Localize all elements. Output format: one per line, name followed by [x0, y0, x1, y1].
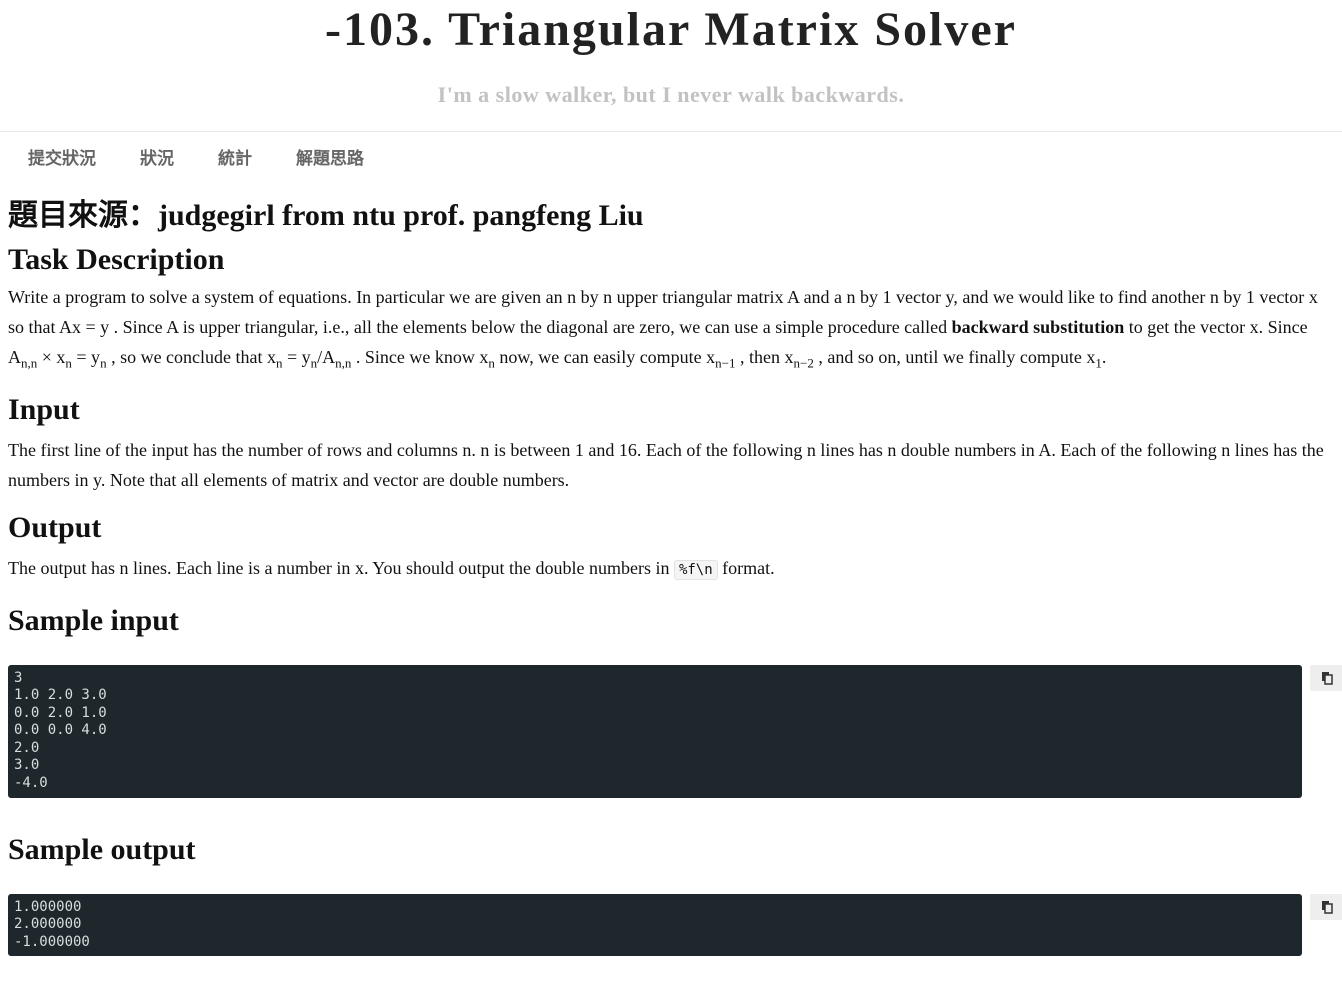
nav-submissions[interactable]: 提交狀況 — [28, 144, 96, 169]
input-text: The first line of the input has the numb… — [8, 439, 1324, 490]
nav-status[interactable]: 狀況 — [140, 144, 174, 169]
problem-nav: 提交狀況 狀況 統計 解題思路 — [0, 132, 1342, 180]
task-description-heading: Task Description — [8, 243, 225, 276]
sample-input-heading: Sample input — [8, 603, 179, 637]
sample-input-wrapper: 3 1.0 2.0 3.0 0.0 2.0 1.0 0.0 0.0 4.0 2.… — [8, 664, 1342, 798]
problem-source: 題目來源：judgegirl from ntu prof. pangfeng L… — [8, 199, 644, 232]
site-header: -103. Triangular Matrix Solver I'm a slo… — [0, 0, 1342, 132]
sample-output-wrapper: 1.000000 2.000000 -1.000000 — [8, 893, 1342, 956]
copy-sample-input-button[interactable] — [1310, 664, 1342, 691]
site-subtitle: I'm a slow walker, but I never walk back… — [437, 82, 905, 107]
site-title[interactable]: -103. Triangular Matrix Solver — [0, 0, 1342, 62]
bold-term: backward substitution — [951, 317, 1125, 337]
task-description-text: Write a program to solve a system of equ… — [8, 287, 1318, 371]
output-heading: Output — [8, 510, 102, 544]
problem-content: 題目來源：judgegirl from ntu prof. pangfeng L… — [0, 196, 1342, 956]
sample-output-heading: Sample output — [8, 832, 196, 866]
format-code: %f\n — [673, 559, 718, 580]
output-text: The output has n lines. Each line is a n… — [8, 557, 775, 580]
copy-sample-output-button[interactable] — [1310, 893, 1342, 920]
nav-statistics[interactable]: 統計 — [218, 144, 252, 169]
page: -103. Triangular Matrix Solver I'm a slo… — [0, 0, 1342, 996]
copy-icon — [1322, 900, 1333, 914]
nav-solution-ideas[interactable]: 解題思路 — [296, 144, 364, 169]
input-heading: Input — [8, 392, 80, 426]
sample-output-code: 1.000000 2.000000 -1.000000 — [8, 893, 1302, 956]
copy-icon — [1322, 671, 1333, 685]
sample-input-code: 3 1.0 2.0 3.0 0.0 2.0 1.0 0.0 0.0 4.0 2.… — [8, 664, 1302, 798]
